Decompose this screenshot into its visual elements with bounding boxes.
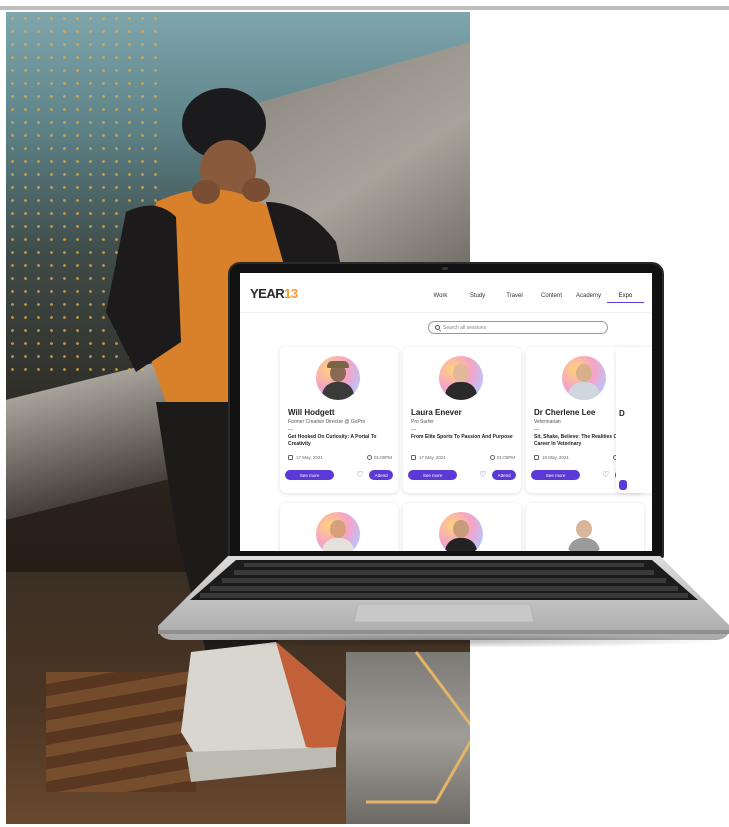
heart-icon[interactable]: ♡ (602, 471, 609, 479)
session-date: 17 May, 2021 (288, 455, 323, 460)
session-card (526, 503, 644, 551)
speaker-name-partial: D (619, 409, 625, 418)
separator: — (534, 427, 539, 433)
nav-item-content[interactable]: Content (533, 293, 570, 303)
year13-logo[interactable]: YEAR13 (250, 286, 298, 301)
avatar (316, 356, 360, 400)
session-card (403, 503, 521, 551)
heart-icon[interactable]: ♡ (479, 471, 486, 479)
nav-item-study[interactable]: Study (459, 293, 496, 303)
session-meta: 17 May, 2021 01:00PM (288, 455, 392, 460)
laptop-screen: YEAR13 Work Study Travel Content Academy… (240, 273, 652, 551)
see-more-button[interactable]: See more (408, 470, 458, 480)
session-meta: 17 May, 2021 01:00PM (411, 455, 515, 460)
session-time: 01:00PM (489, 455, 515, 460)
main-nav: Work Study Travel Content Academy Expo (422, 293, 644, 303)
date-text: 17 May, 2021 (419, 455, 446, 460)
calendar-icon (534, 455, 539, 460)
avatar (439, 356, 483, 400)
attend-button[interactable]: Attend (369, 470, 393, 480)
session-card: Will Hodgett Former Creative Director @ … (280, 347, 398, 493)
calendar-icon (411, 455, 416, 460)
laptop-shadow (168, 634, 724, 648)
session-time: 01:00PM (366, 455, 392, 460)
see-more-button[interactable]: See more (285, 470, 335, 480)
session-card-partial: D (616, 347, 652, 493)
speaker-role: Veterinarian (534, 419, 561, 425)
heart-icon[interactable]: ♡ (356, 471, 363, 479)
speaker-name: Dr Cherlene Lee (534, 408, 596, 417)
decorative-triangle (366, 651, 470, 804)
speaker-role: Former Creative Director @ GoPro (288, 419, 366, 425)
logo-accent-text: 13 (284, 286, 298, 301)
clock-icon (366, 455, 372, 460)
nav-item-academy[interactable]: Academy (570, 293, 607, 303)
avatar (316, 512, 360, 551)
avatar (439, 512, 483, 551)
search-input[interactable]: Search all sessions (428, 321, 608, 334)
session-card (280, 503, 398, 551)
time-text: 01:00PM (373, 455, 392, 460)
speaker-role: Pro Surfer (411, 419, 434, 425)
top-divider (0, 6, 729, 10)
nav-item-travel[interactable]: Travel (496, 293, 533, 303)
see-more-button[interactable]: See more (531, 470, 581, 480)
session-card: Laura Enever Pro Surfer — From Elite Spo… (403, 347, 521, 493)
separator: — (288, 427, 293, 433)
session-topic: From Elite Sports To Passion And Purpose (411, 434, 513, 440)
avatar (562, 512, 606, 551)
speaker-name: Will Hodgett (288, 408, 335, 417)
session-date: 18 May, 2021 (534, 455, 569, 460)
date-text: 17 May, 2021 (296, 455, 323, 460)
time-text: 01:00PM (496, 455, 515, 460)
nav-item-expo[interactable]: Expo (607, 293, 644, 303)
attend-button-partial[interactable] (619, 480, 627, 490)
avatar (562, 356, 606, 400)
search-placeholder: Search all sessions (443, 324, 487, 331)
nav-item-work[interactable]: Work (422, 293, 459, 303)
attend-button[interactable]: Attend (492, 470, 516, 480)
search-icon (435, 325, 440, 330)
site-header: YEAR13 Work Study Travel Content Academy… (240, 273, 652, 313)
calendar-icon (288, 455, 293, 460)
speaker-name: Laura Enever (411, 408, 462, 417)
card-actions: See more ♡ Attend (408, 470, 516, 480)
laptop-keyboard-deck (158, 556, 729, 640)
separator: — (411, 427, 416, 433)
card-actions: See more ♡ Attend (285, 470, 393, 480)
logo-text: YEAR (250, 286, 285, 301)
clock-icon (489, 455, 495, 460)
session-date: 17 May, 2021 (411, 455, 446, 460)
laptop-lid: YEAR13 Work Study Travel Content Academy… (228, 262, 664, 558)
date-text: 18 May, 2021 (542, 455, 569, 460)
session-topic: Get Hooked On Curiosity: A Portal To Cre… (288, 434, 377, 447)
